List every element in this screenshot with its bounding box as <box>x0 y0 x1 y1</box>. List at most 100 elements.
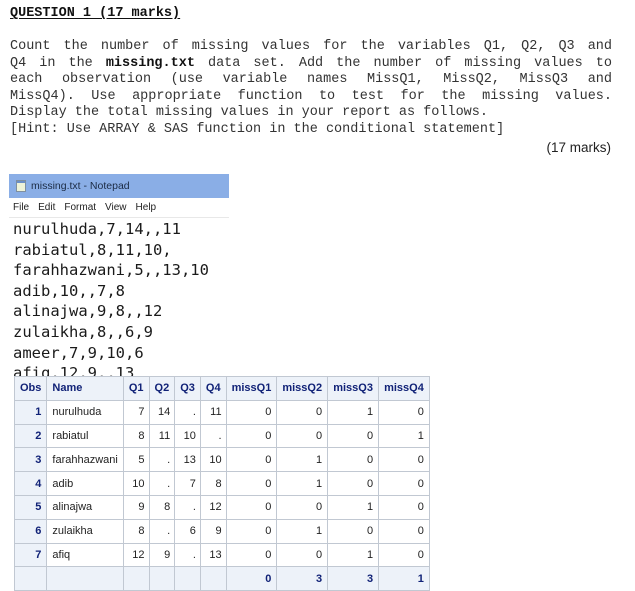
cell-m4: 0 <box>378 399 430 425</box>
cell-m4: 0 <box>378 447 430 473</box>
notepad-window: missing.txt - Notepad File Edit Format V… <box>9 174 229 384</box>
menu-edit[interactable]: Edit <box>38 202 55 213</box>
cell-q2: . <box>148 518 176 544</box>
total-m1: 0 <box>225 566 278 591</box>
cell-q2: 14 <box>148 399 176 425</box>
total-m4: 1 <box>378 566 430 591</box>
cell-name: alinajwa <box>46 494 124 520</box>
cell-m1: 0 <box>225 447 278 473</box>
cell-m2: 1 <box>276 471 329 496</box>
data-line: adib,10,,7,8 <box>13 281 125 300</box>
cell-q4: 10 <box>199 447 227 473</box>
table-row: 6 zulaikha 8. 6 9 0 1 0 0 <box>13 518 430 544</box>
cell-m2: 0 <box>276 494 329 520</box>
cell-q2: . <box>148 447 176 473</box>
col-header-missq1: missQ1 <box>225 376 278 401</box>
question-line-3: each observation (use variable names Mis… <box>10 72 612 87</box>
cell-m1: 0 <box>225 423 278 449</box>
total-m3: 3 <box>327 566 380 591</box>
menu-view[interactable]: View <box>105 202 127 213</box>
notepad-text-area[interactable]: nurulhuda,7,14,,11 rabiatul,8,11,10, far… <box>9 218 229 384</box>
data-line: zulaikha,8,,6,9 <box>13 322 153 341</box>
total-empty-q3 <box>174 566 201 591</box>
cell-q4: 12 <box>199 494 227 520</box>
cell-m3: 1 <box>327 542 380 568</box>
col-header-obs: Obs <box>13 376 48 401</box>
marks-label: (17 marks) <box>546 140 611 155</box>
total-m2: 3 <box>276 566 329 591</box>
cell-name: nurulhuda <box>46 399 124 425</box>
table-row: 3 farahhazwani 5. 13 10 0 1 0 0 <box>13 447 430 473</box>
total-empty-q4 <box>199 566 227 591</box>
cell-m1: 0 <box>225 399 278 425</box>
cell-q3: . <box>174 494 201 520</box>
sas-report-table: Obs Name Q1 Q2 Q3 Q4 missQ1 missQ2 missQ… <box>13 376 430 591</box>
cell-q2: . <box>148 471 176 496</box>
cell-q1: 8 <box>122 423 150 449</box>
notepad-menubar: File Edit Format View Help <box>9 198 229 218</box>
question-line-2-post: data set. Add the number of missing valu… <box>194 55 612 71</box>
cell-m2: 1 <box>276 518 329 544</box>
header-row: Obs Name Q1 Q2 Q3 Q4 missQ1 missQ2 missQ… <box>13 376 430 401</box>
col-header-missq3: missQ3 <box>327 376 380 401</box>
cell-q3: . <box>174 399 201 425</box>
cell-obs: 7 <box>13 542 48 568</box>
question-line-1: Count the number of missing values for t… <box>10 39 612 54</box>
cell-m4: 0 <box>378 471 430 496</box>
cell-m1: 0 <box>225 542 278 568</box>
data-line: ameer,7,9,10,6 <box>13 343 144 362</box>
cell-q1: 5 <box>122 447 150 473</box>
menu-format[interactable]: Format <box>64 202 96 213</box>
cell-m3: 0 <box>327 471 380 496</box>
cell-obs: 1 <box>13 399 48 425</box>
notepad-titlebar[interactable]: missing.txt - Notepad <box>9 174 229 198</box>
cell-m4: 1 <box>378 423 430 449</box>
question-line-4: MissQ4). Use appropriate function to tes… <box>10 88 612 104</box>
cell-name: adib <box>46 471 124 496</box>
cell-q1: 9 <box>122 494 150 520</box>
total-empty-name <box>46 566 124 591</box>
filename-bold: missing.txt <box>105 55 195 71</box>
cell-q4: . <box>199 423 227 449</box>
menu-file[interactable]: File <box>13 202 29 213</box>
cell-q1: 8 <box>122 518 150 544</box>
question-line-2-pre: Q4 in the <box>10 55 106 71</box>
cell-name: afiq <box>46 542 124 568</box>
question-line-2: Q4 in the missing.txt data set. Add the … <box>10 56 612 73</box>
cell-m2: 1 <box>276 447 329 473</box>
cell-m2: 0 <box>276 542 329 568</box>
cell-m2: 0 <box>276 399 329 425</box>
cell-m3: 1 <box>327 399 380 425</box>
cell-m2: 0 <box>276 423 329 449</box>
cell-m4: 0 <box>378 518 430 544</box>
table-row: 1 nurulhuda 7 14. 11 0 0 1 0 <box>13 399 430 425</box>
data-line: alinajwa,9,8,,12 <box>13 302 163 321</box>
cell-q3: 6 <box>174 518 201 544</box>
notepad-title: missing.txt - Notepad <box>31 180 130 192</box>
cell-q2: 8 <box>148 494 176 520</box>
cell-q3: 10 <box>174 423 201 449</box>
cell-m1: 0 <box>225 518 278 544</box>
menu-help[interactable]: Help <box>136 202 157 213</box>
cell-m1: 0 <box>225 471 278 496</box>
cell-name: farahhazwani <box>46 447 124 473</box>
cell-q3: 7 <box>174 471 201 496</box>
data-line: rabiatul,8,11,10, <box>13 240 172 259</box>
col-header-missq4: missQ4 <box>378 376 430 401</box>
cell-q1: 7 <box>122 399 150 425</box>
table-row: 5 alinajwa 9 8. 12 0 0 1 0 <box>13 494 430 520</box>
question-line-5: Display the total missing values in your… <box>10 105 488 120</box>
col-header-q1: Q1 <box>122 376 150 401</box>
cell-obs: 2 <box>13 423 48 449</box>
cell-q4: 9 <box>199 518 227 544</box>
cell-m4: 0 <box>378 542 430 568</box>
cell-obs: 4 <box>13 471 48 496</box>
cell-name: zulaikha <box>46 518 124 544</box>
question-line-6: [Hint: Use ARRAY & SAS function in the c… <box>10 121 505 137</box>
cell-q2: 11 <box>148 423 176 449</box>
col-header-name: Name <box>46 376 124 401</box>
cell-q1: 12 <box>122 542 150 568</box>
cell-m3: 0 <box>327 518 380 544</box>
data-line: nurulhuda,7,14,,11 <box>13 220 181 238</box>
col-header-missq2: missQ2 <box>276 376 329 401</box>
